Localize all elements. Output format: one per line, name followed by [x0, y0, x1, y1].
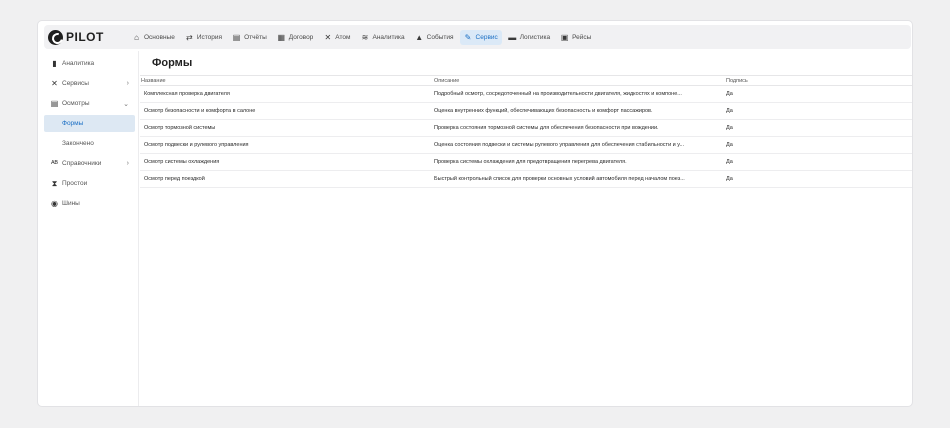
forms-table: Название Описание Подпись Комплексная пр…	[140, 75, 912, 188]
nav-item-label: Договор	[288, 33, 314, 41]
nav-item-4[interactable]: ✕ Атом	[319, 30, 354, 45]
column-header-name[interactable]: Название	[140, 75, 432, 86]
nav-item-label: Отчёты	[244, 33, 267, 41]
cell-name: Осмотр подвески и рулевого управления	[140, 136, 432, 154]
column-header-signature[interactable]: Подпись	[724, 75, 912, 86]
cell-description: Проверка системы охлаждения для предотвр…	[432, 153, 724, 171]
home-icon: ⌂	[134, 32, 139, 42]
chevron-icon[interactable]: ›	[127, 80, 129, 87]
truck-icon: ▬	[508, 32, 517, 42]
chevron-icon[interactable]: ›	[127, 160, 129, 167]
sidebar-item-bottom-2[interactable]: ◉ Шины	[44, 195, 135, 212]
cell-name: Осмотр безопасности и комфорта в салоне	[140, 102, 432, 120]
analytics-icon: ≋	[361, 32, 369, 42]
sidebar-item-label: Шины	[62, 200, 80, 207]
contract-icon: ▦	[277, 32, 286, 42]
table-row[interactable]: Осмотр перед поездкой Быстрый контрольный…	[140, 170, 912, 188]
table-row[interactable]: Осмотр подвески и рулевого управления Оце…	[140, 136, 912, 154]
chevron-icon[interactable]: ⌄	[123, 100, 129, 108]
nav-item-7[interactable]: ✎ Сервис	[459, 29, 502, 45]
bus-icon: ▣	[560, 32, 569, 42]
table-header-row: Название Описание Подпись	[140, 75, 912, 86]
abc-icon: ᴬᴮ	[51, 159, 58, 168]
tire-icon: ◉	[51, 199, 58, 208]
logo[interactable]: PILOT	[48, 29, 118, 45]
sidebar: ▮ Аналитика ✕ Сервисы › ▤ Осмотры ⌄ Формы Законче…	[44, 55, 135, 215]
cell-name: Осмотр перед поездкой	[140, 170, 432, 188]
cell-description: Проверка состояния тормозной системы для…	[432, 119, 724, 137]
nav-item-label: Атом	[335, 33, 351, 41]
nav-item-label: История	[196, 33, 223, 41]
tools-icon: ✕	[51, 79, 58, 88]
logo-icon	[48, 29, 63, 45]
nav-item-5[interactable]: ≋ Аналитика	[356, 30, 408, 45]
top-navigation-bar: PILOT ⌂ Основные ⇄ История ▤ Отчёты ▦ Договор ✕ А…	[44, 25, 911, 49]
sidebar-item-label: Сервисы	[62, 80, 89, 87]
hourglass-icon: ⧗	[51, 179, 58, 188]
sidebar-item-label: Осмотры	[62, 100, 90, 107]
cell-signature: Да	[724, 170, 912, 188]
sidebar-subitem-1[interactable]: Закончено	[44, 135, 135, 152]
nav-item-label: Аналитика	[372, 33, 405, 41]
page-title: Формы	[152, 57, 193, 69]
cell-description: Оценка внутренних функций, обеспечивающи…	[432, 102, 724, 120]
cell-name: Комплексная проверка двигателя	[140, 85, 432, 103]
nav-item-8[interactable]: ▬ Логистика	[504, 30, 554, 45]
nav-item-3[interactable]: ▦ Договор	[273, 30, 318, 45]
column-header-description[interactable]: Описание	[432, 75, 724, 86]
cell-name: Осмотр системы охлаждения	[140, 153, 432, 171]
sidebar-divider	[138, 51, 139, 406]
nav-item-6[interactable]: ▲ События	[411, 30, 458, 45]
bell-icon: ▲	[415, 32, 424, 42]
sidebar-item-bottom-1[interactable]: ⧗ Простои	[44, 175, 135, 192]
sidebar-item-bottom-0[interactable]: ᴬᴮ Справочники ›	[44, 155, 135, 172]
sidebar-item-label: Простои	[62, 180, 88, 187]
sidebar-subitem-0[interactable]: Формы	[44, 115, 135, 132]
cell-name: Осмотр тормозной системы	[140, 119, 432, 137]
bar-chart-icon: ▮	[52, 59, 57, 68]
nav-item-label: Сервис	[475, 33, 498, 41]
nav-item-label: Рейсы	[572, 33, 592, 41]
nav-item-label: События	[426, 33, 454, 41]
document-icon: ▤	[50, 99, 59, 108]
app-window: PILOT ⌂ Основные ⇄ История ▤ Отчёты ▦ Договор ✕ А…	[37, 20, 913, 407]
nav-item-1[interactable]: ⇄ История	[181, 30, 226, 45]
nav-item-label: Основные	[144, 33, 175, 41]
report-icon: ▤	[232, 32, 241, 42]
cell-signature: Да	[724, 119, 912, 137]
sidebar-item-label: Аналитика	[62, 60, 95, 67]
history-icon: ⇄	[185, 32, 193, 42]
main-content: Формы Название Описание Подпись Комплекс…	[140, 51, 912, 188]
main-nav: ⌂ Основные ⇄ История ▤ Отчёты ▦ Договор ✕ Атом ≋ Ан…	[128, 29, 597, 45]
nav-item-2[interactable]: ▤ Отчёты	[228, 30, 271, 45]
cell-signature: Да	[724, 85, 912, 103]
table-row[interactable]: Комплексная проверка двигателя Подробный …	[140, 85, 912, 103]
cell-description: Быстрый контрольный список для проверки …	[432, 170, 724, 188]
table-row[interactable]: Осмотр безопасности и комфорта в салоне О…	[140, 102, 912, 120]
cell-description: Оценка состояния подвески и системы руле…	[432, 136, 724, 154]
cell-signature: Да	[724, 102, 912, 120]
cell-signature: Да	[724, 153, 912, 171]
table-row[interactable]: Осмотр системы охлаждения Проверка систем…	[140, 153, 912, 171]
sidebar-item-top-1[interactable]: ✕ Сервисы ›	[44, 75, 135, 92]
nav-item-0[interactable]: ⌂ Основные	[128, 30, 179, 45]
cell-description: Подробный осмотр, сосредоточенный на про…	[432, 85, 724, 103]
wrench-icon: ✎	[464, 32, 472, 42]
nav-item-9[interactable]: ▣ Рейсы	[556, 30, 595, 45]
table-row[interactable]: Осмотр тормозной системы Проверка состоян…	[140, 119, 912, 137]
sidebar-item-label: Справочники	[62, 160, 102, 167]
sidebar-item-top-2[interactable]: ▤ Осмотры ⌄	[44, 95, 135, 112]
atom-icon: ✕	[324, 32, 332, 42]
cell-signature: Да	[724, 136, 912, 154]
nav-item-label: Логистика	[519, 33, 551, 41]
logo-text: PILOT	[66, 30, 104, 44]
sidebar-item-top-0[interactable]: ▮ Аналитика	[44, 55, 135, 72]
